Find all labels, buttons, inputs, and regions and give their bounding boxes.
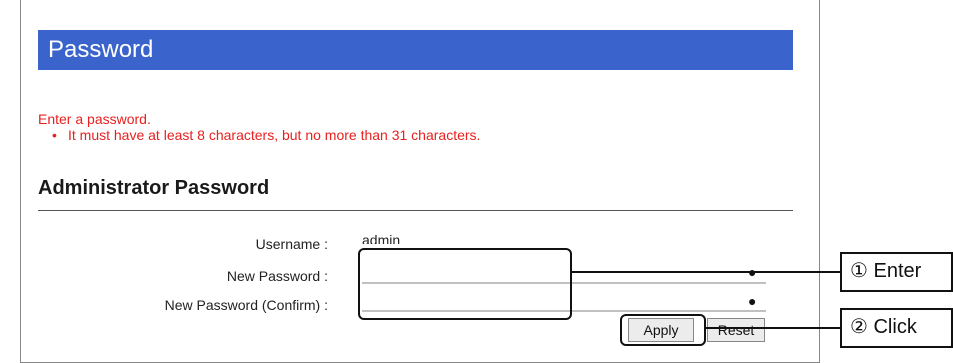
new-password-label: New Password : (226, 268, 328, 284)
click-callout-line (706, 327, 840, 329)
username-label: Username : (255, 236, 328, 252)
eye-icon[interactable]: ● (748, 294, 756, 308)
reset-button[interactable]: Reset (707, 318, 765, 342)
enter-highlight-box (358, 248, 572, 320)
error-message: Enter a password. (38, 111, 151, 127)
step2-callout: ② Click (840, 308, 953, 348)
section-divider (38, 210, 793, 211)
bullet-icon: • (52, 127, 57, 143)
page-title: Password (38, 30, 793, 70)
error-bullet-text: It must have at least 8 characters, but … (68, 127, 481, 143)
enter-callout-line (572, 271, 840, 273)
confirm-password-label: New Password (Confirm) : (164, 297, 328, 313)
error-bullet: • It must have at least 8 characters, but… (52, 127, 480, 143)
section-title: Administrator Password (38, 177, 270, 199)
click-highlight-box (620, 314, 706, 346)
username-value: admin (362, 232, 401, 244)
step1-callout: ① Enter (840, 252, 953, 292)
